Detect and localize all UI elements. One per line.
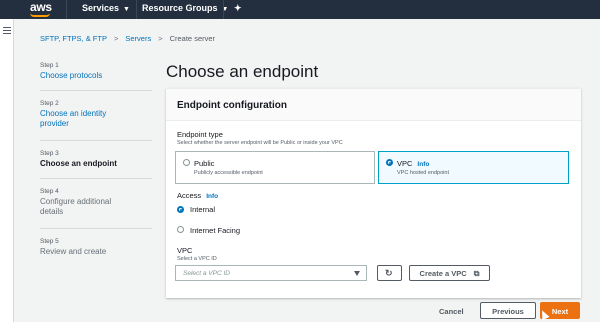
radio-public[interactable] (183, 159, 190, 166)
external-link-icon: ⧉ (473, 269, 480, 278)
vpc-title: VPC (397, 159, 413, 168)
step-label: Step 3 (40, 150, 59, 157)
internal-label[interactable]: Internal (190, 205, 215, 214)
step-label: Step 1 (40, 62, 59, 69)
top-nav: aws Services ▼ Resource Groups ▼ ✦ (0, 0, 600, 19)
wizard-step-3: Step 3 Choose an endpoint (40, 150, 140, 169)
radio-vpc[interactable] (386, 159, 393, 166)
pin-icon[interactable]: ✦ (234, 3, 242, 14)
endpoint-config-panel: Endpoint configuration Endpoint type Sel… (166, 88, 581, 298)
step-label: Step 4 (40, 188, 59, 195)
panel-title: Endpoint configuration (177, 100, 287, 111)
services-menu[interactable]: Services ▼ (82, 3, 130, 13)
caret-down-icon (354, 271, 360, 276)
step-link-identity-provider[interactable]: Choose an identity provider (40, 109, 120, 129)
chevron-down-icon: ▼ (123, 6, 130, 13)
resource-groups-label: Resource Groups (142, 3, 218, 13)
breadcrumb-sftp[interactable]: SFTP, FTPS, & FTP (40, 34, 107, 43)
step-review-create: Review and create (40, 247, 107, 256)
radio-internet-facing[interactable] (177, 226, 184, 233)
nav-divider (66, 0, 67, 19)
public-title: Public (194, 159, 215, 168)
vpc-description: Select a VPC ID (177, 256, 217, 262)
vpc-select[interactable]: Select a VPC ID (175, 265, 367, 281)
vpc-label: VPC (177, 246, 193, 255)
previous-button[interactable]: Previous (480, 302, 536, 319)
breadcrumb-servers[interactable]: Servers (125, 34, 151, 43)
step-divider (40, 228, 152, 229)
resource-groups-menu[interactable]: Resource Groups ▼ (142, 3, 228, 13)
menu-icon[interactable] (3, 27, 11, 36)
aws-logo[interactable]: aws (30, 0, 52, 14)
radio-internal[interactable] (177, 206, 184, 213)
breadcrumb-separator: > (158, 34, 163, 43)
breadcrumb: SFTP, FTPS, & FTP > Servers > Create server (40, 34, 215, 43)
side-rail (0, 19, 14, 322)
access-info-link[interactable]: Info (206, 193, 218, 200)
wizard-step-1: Step 1 Choose protocols (40, 62, 140, 81)
previous-label: Previous (492, 307, 524, 316)
vpc-select-placeholder: Select a VPC ID (183, 270, 230, 277)
step-divider (40, 178, 152, 179)
endpoint-option-vpc[interactable]: VPC Info VPC hosted endpoint (378, 151, 569, 184)
step-link-choose-protocols[interactable]: Choose protocols (40, 71, 140, 81)
wizard-step-2: Step 2 Choose an identity provider (40, 100, 140, 129)
wizard-step-5: Step 5 Review and create (40, 238, 140, 257)
refresh-button[interactable]: ↻ (377, 265, 402, 281)
access-label-row: Access Info (177, 191, 218, 200)
public-desc: Publicly accessible endpoint (194, 170, 263, 176)
aws-logo-smile (30, 13, 50, 17)
step-current-endpoint: Choose an endpoint (40, 159, 117, 168)
access-label: Access (177, 191, 202, 200)
vpc-desc: VPC hosted endpoint (397, 170, 449, 176)
endpoint-type-label: Endpoint type (177, 130, 223, 139)
refresh-icon: ↻ (385, 268, 393, 278)
step-configure-details: Configure additional details (40, 197, 112, 216)
panel-header: Endpoint configuration (166, 89, 581, 121)
nav-divider (223, 0, 224, 19)
cancel-button[interactable]: Cancel (439, 307, 464, 316)
next-label: Next (551, 307, 569, 316)
vpc-info-link[interactable]: Info (417, 161, 429, 168)
breadcrumb-separator: > (113, 34, 119, 43)
endpoint-option-public[interactable]: Public Publicly accessible endpoint (175, 151, 375, 184)
create-vpc-label: Create a VPC (419, 269, 467, 278)
endpoint-type-description: Select whether the server endpoint will … (177, 140, 343, 146)
internet-facing-label[interactable]: Internet Facing (190, 226, 240, 235)
step-label: Step 5 (40, 238, 59, 245)
breadcrumb-current: Create server (169, 34, 216, 43)
nav-divider (136, 0, 137, 19)
wizard-step-4: Step 4 Configure additional details (40, 188, 140, 217)
step-divider (40, 90, 152, 91)
step-label: Step 2 (40, 100, 59, 107)
create-vpc-button[interactable]: Create a VPC ⧉ (409, 265, 490, 281)
step-divider (40, 140, 152, 141)
page-title: Choose an endpoint (166, 62, 319, 81)
services-label: Services (82, 3, 120, 13)
vpc-title-row: VPC Info (397, 159, 429, 168)
